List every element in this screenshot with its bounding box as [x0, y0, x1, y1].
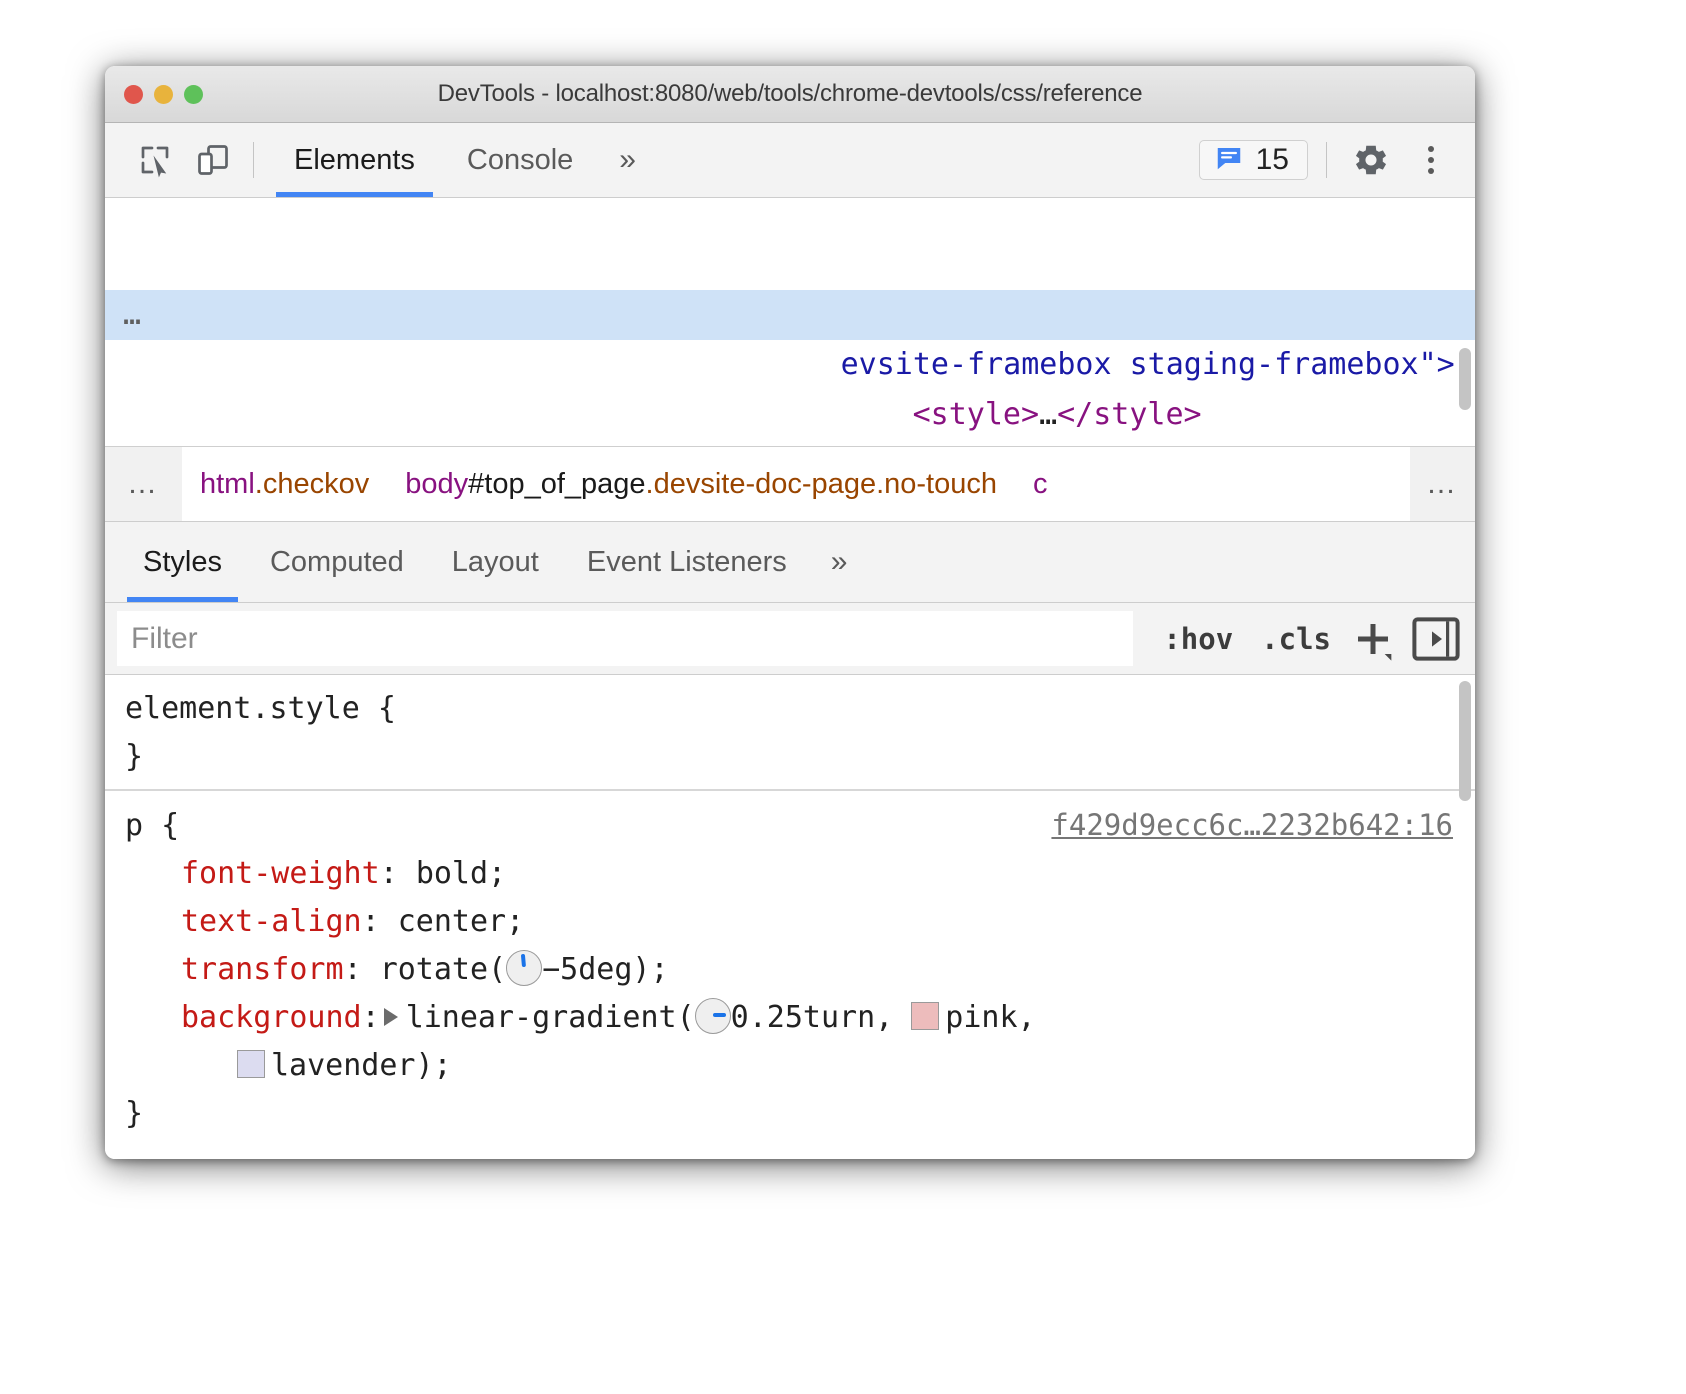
filter-input[interactable]	[117, 611, 1133, 666]
declaration-property[interactable]: background	[181, 1000, 362, 1035]
breadcrumb-tag: html	[200, 468, 255, 500]
toolbar-right-icons: 15	[1199, 134, 1475, 186]
kebab-dot-3	[1428, 168, 1434, 174]
more-styles-tabs-label: »	[831, 545, 848, 579]
kebab-menu-icon[interactable]	[1407, 134, 1455, 186]
tab-computed-label: Computed	[270, 546, 404, 579]
gradient-angle-text: 0.25turn,	[731, 1000, 912, 1035]
tab-styles-label: Styles	[143, 546, 222, 579]
breadcrumb-item-truncated[interactable]: c	[1015, 468, 1048, 501]
declaration-property[interactable]: font-weight	[181, 856, 380, 891]
rule-closing-brace: }	[105, 733, 1475, 781]
dom-row[interactable]: <style>…</style>	[105, 240, 1475, 290]
styles-scrollbar[interactable]	[1459, 681, 1471, 801]
kebab-dot-1	[1428, 146, 1434, 152]
styles-filter-bar: :hov .cls	[105, 603, 1475, 675]
tab-computed[interactable]: Computed	[246, 522, 428, 602]
tab-event-listeners[interactable]: Event Listeners	[563, 522, 811, 602]
gradient-color-name-lavender: lavender);	[271, 1048, 452, 1083]
angle-clock-icon[interactable]	[506, 950, 542, 986]
toolbar-divider-2	[1326, 142, 1327, 178]
toolbar-left-icons	[105, 134, 239, 186]
breadcrumb-tag: body	[405, 468, 468, 500]
dom-tree-scrollbar[interactable]	[1459, 348, 1471, 410]
rule-source-link[interactable]: f429d9ecc6c…2232b642:16	[1051, 801, 1453, 849]
declaration-value-prefix: rotate(	[380, 952, 506, 987]
device-toolbar-icon[interactable]	[187, 134, 239, 186]
more-styles-tabs-chevron-icon[interactable]: »	[811, 522, 868, 602]
breadcrumb: … html.checkov body#top_of_page.devsite-…	[105, 447, 1475, 522]
issues-count: 15	[1256, 143, 1289, 177]
new-style-rule-button[interactable]	[1345, 613, 1401, 665]
toggle-computed-sidebar-button[interactable]	[1409, 615, 1463, 663]
dom-row-selected[interactable]: … <p>Inspect me!</p> == $0	[105, 290, 1475, 340]
styles-pane-tabs: Styles Computed Layout Event Listeners »	[105, 522, 1475, 603]
breadcrumb-overflow-left[interactable]: …	[105, 447, 182, 521]
declaration-value[interactable]: center;	[398, 904, 524, 939]
tab-event-listeners-label: Event Listeners	[587, 546, 787, 579]
tab-layout-label: Layout	[452, 546, 539, 579]
dom-row[interactable]: </body>	[105, 340, 1475, 390]
angle-clock-hand	[521, 954, 526, 967]
gradient-angle-clock-hand	[713, 1013, 726, 1017]
tab-layout[interactable]: Layout	[428, 522, 563, 602]
declaration-text-align[interactable]: text-align: center;	[105, 898, 1475, 946]
styles-rules-list[interactable]: element.style { } p { f429d9ecc6c…2232b6…	[105, 675, 1475, 1159]
declaration-property[interactable]: transform	[181, 952, 344, 987]
style-rule-p[interactable]: p { f429d9ecc6c…2232b642:16 font-weight:…	[105, 789, 1475, 1146]
toolbar-divider	[253, 142, 254, 178]
expand-shorthand-arrow-icon[interactable]	[384, 1008, 398, 1026]
devtools-panel-tabs: Elements Console »	[268, 123, 656, 197]
tab-console[interactable]: Console	[441, 123, 599, 197]
declaration-background-wrapped[interactable]: lavender);	[105, 1042, 1475, 1090]
tab-console-label: Console	[467, 144, 573, 177]
dom-row-ellipsis: …	[123, 290, 143, 340]
tab-elements-label: Elements	[294, 144, 415, 177]
issues-message-icon	[1214, 143, 1244, 178]
breadcrumb-item-body[interactable]: body#top_of_page.devsite-doc-page.no-tou…	[387, 468, 1015, 501]
devtools-main-toolbar: Elements Console » 15	[105, 123, 1475, 198]
dom-tree-panel[interactable]: evsite-framebox staging-framebox"> <styl…	[105, 198, 1475, 447]
more-panels-chevron-icon[interactable]: »	[599, 123, 656, 197]
declaration-property[interactable]: text-align	[181, 904, 362, 939]
style-rule-element-style[interactable]: element.style { }	[105, 675, 1475, 789]
rule-header: p { f429d9ecc6c…2232b642:16	[105, 801, 1475, 850]
dom-row[interactable]: </html>	[105, 390, 1475, 412]
gradient-angle-clock-icon[interactable]	[695, 998, 731, 1034]
more-panels-label: »	[619, 143, 636, 177]
tab-elements[interactable]: Elements	[268, 123, 441, 197]
gradient-function-text: linear-gradient(	[406, 1000, 695, 1035]
gear-icon[interactable]	[1345, 134, 1397, 186]
breadcrumb-overflow-right[interactable]: …	[1410, 447, 1475, 521]
breadcrumb-id: #top_of_page	[468, 468, 645, 500]
screenshot-frame: DevTools - localhost:8080/web/tools/chro…	[0, 0, 1686, 1394]
breadcrumb-classes: .checkov	[255, 468, 369, 500]
inspect-cursor-icon[interactable]	[129, 134, 181, 186]
rule-selector[interactable]: element.style {	[125, 685, 396, 733]
kebab-dot-2	[1428, 157, 1434, 163]
dom-row[interactable]: evsite-framebox staging-framebox">	[105, 198, 1475, 240]
issues-button[interactable]: 15	[1199, 140, 1308, 180]
window-title: DevTools - localhost:8080/web/tools/chro…	[105, 80, 1475, 108]
filter-actions: :hov .cls	[1133, 611, 1475, 666]
declaration-font-weight[interactable]: font-weight: bold;	[105, 850, 1475, 898]
rule-selector[interactable]: p {	[125, 802, 179, 850]
declaration-background[interactable]: background:linear-gradient(0.25turn, pin…	[105, 994, 1475, 1042]
declaration-value[interactable]: bold;	[416, 856, 506, 891]
toggle-pseudo-classes-button[interactable]: :hov	[1149, 622, 1247, 656]
gradient-color-name-pink: pink,	[945, 1000, 1035, 1035]
breadcrumb-tag: c	[1033, 468, 1048, 500]
declaration-value-suffix[interactable]: −5deg);	[542, 952, 668, 987]
declaration-transform[interactable]: transform: rotate(−5deg);	[105, 946, 1475, 994]
window-titlebar: DevTools - localhost:8080/web/tools/chro…	[105, 66, 1475, 123]
rule-closing-brace: }	[105, 1090, 1475, 1138]
toggle-element-classes-button[interactable]: .cls	[1247, 622, 1345, 656]
breadcrumb-item-html[interactable]: html.checkov	[182, 468, 387, 501]
color-swatch-lavender[interactable]	[237, 1050, 265, 1078]
rule-header: element.style {	[105, 685, 1475, 733]
tab-styles[interactable]: Styles	[119, 522, 246, 602]
breadcrumb-classes: .devsite-doc-page.no-touch	[646, 468, 997, 500]
color-swatch-pink[interactable]	[911, 1002, 939, 1030]
devtools-window: DevTools - localhost:8080/web/tools/chro…	[105, 66, 1475, 1159]
